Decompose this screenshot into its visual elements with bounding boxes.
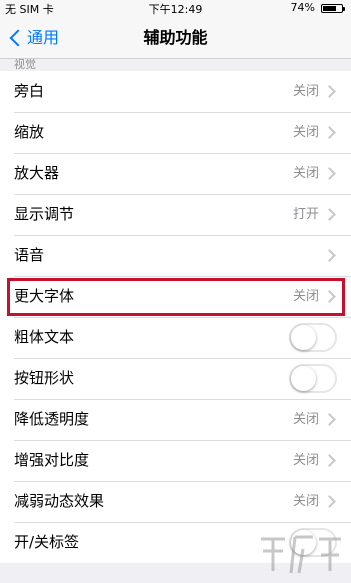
row-value: 关闭: [292, 494, 319, 509]
row-label: 缩放: [14, 123, 45, 141]
row-value: 打开: [292, 207, 319, 222]
chevron-right-icon: [323, 85, 336, 98]
chevron-left-icon: [9, 29, 27, 46]
bold-text-toggle[interactable]: [289, 323, 337, 352]
row-label: 旁白: [14, 82, 45, 100]
row-label: 语音: [14, 246, 45, 264]
row-magnifier[interactable]: 放大器 关闭: [0, 153, 351, 194]
toggle-knob: [291, 325, 316, 350]
section-header: 视觉: [14, 58, 36, 71]
chevron-right-icon: [323, 454, 336, 467]
row-zoom[interactable]: 缩放 关闭: [0, 112, 351, 153]
chevron-right-icon: [323, 249, 336, 262]
toggle-knob: [291, 366, 316, 391]
chevron-right-icon: [323, 126, 336, 139]
chevron-right-icon: [323, 495, 336, 508]
row-label: 按钮形状: [14, 369, 75, 387]
row-value: 关闭: [292, 289, 319, 304]
row-display-accommodations[interactable]: 显示调节 打开: [0, 194, 351, 235]
row-bold-text: 粗体文本: [0, 317, 351, 358]
row-label: 开/关标签: [14, 533, 80, 551]
back-button[interactable]: 通用: [6, 25, 59, 51]
row-label: 增强对比度: [14, 451, 90, 469]
row-value: 关闭: [292, 125, 319, 140]
navigation-bar: 辅助功能 通用: [0, 17, 351, 59]
button-shapes-toggle[interactable]: [289, 364, 337, 393]
row-button-shapes: 按钮形状: [0, 358, 351, 399]
row-label: 粗体文本: [14, 328, 75, 346]
row-reduce-transparency[interactable]: 降低透明度 关闭: [0, 399, 351, 440]
row-larger-text[interactable]: 更大字体 关闭: [0, 276, 351, 317]
row-label: 减弱动态效果: [14, 492, 105, 510]
row-label: 放大器: [14, 164, 60, 182]
row-voiceover[interactable]: 旁白 关闭: [0, 71, 351, 112]
row-value: 关闭: [292, 412, 319, 427]
chevron-right-icon: [323, 413, 336, 426]
status-bar: 无 SIM 卡 下午12:49 74%: [0, 0, 351, 17]
row-value: 关闭: [292, 166, 319, 181]
battery-percent: 74%: [290, 1, 315, 14]
row-value: 关闭: [292, 453, 319, 468]
row-label: 降低透明度: [14, 410, 90, 428]
row-reduce-motion[interactable]: 减弱动态效果 关闭: [0, 481, 351, 522]
row-label: 更大字体: [14, 287, 75, 305]
battery-icon: [321, 4, 345, 13]
chevron-right-icon: [323, 290, 336, 303]
back-button-label: 通用: [27, 28, 60, 47]
accessibility-screen: 无 SIM 卡 下午12:49 74% 辅助功能 通用 视觉 旁白 关闭 缩放 …: [0, 0, 351, 583]
chevron-right-icon: [323, 208, 336, 221]
settings-list: 旁白 关闭 缩放 关闭 放大器 关闭 显示调节 打开 语音 更大字体 关闭 粗体…: [0, 71, 351, 563]
row-value: 关闭: [292, 84, 319, 99]
row-label: 显示调节: [14, 205, 75, 223]
row-increase-contrast[interactable]: 增强对比度 关闭: [0, 440, 351, 481]
row-speech[interactable]: 语音: [0, 235, 351, 276]
watermark-logo: [261, 535, 341, 574]
chevron-right-icon: [323, 167, 336, 180]
